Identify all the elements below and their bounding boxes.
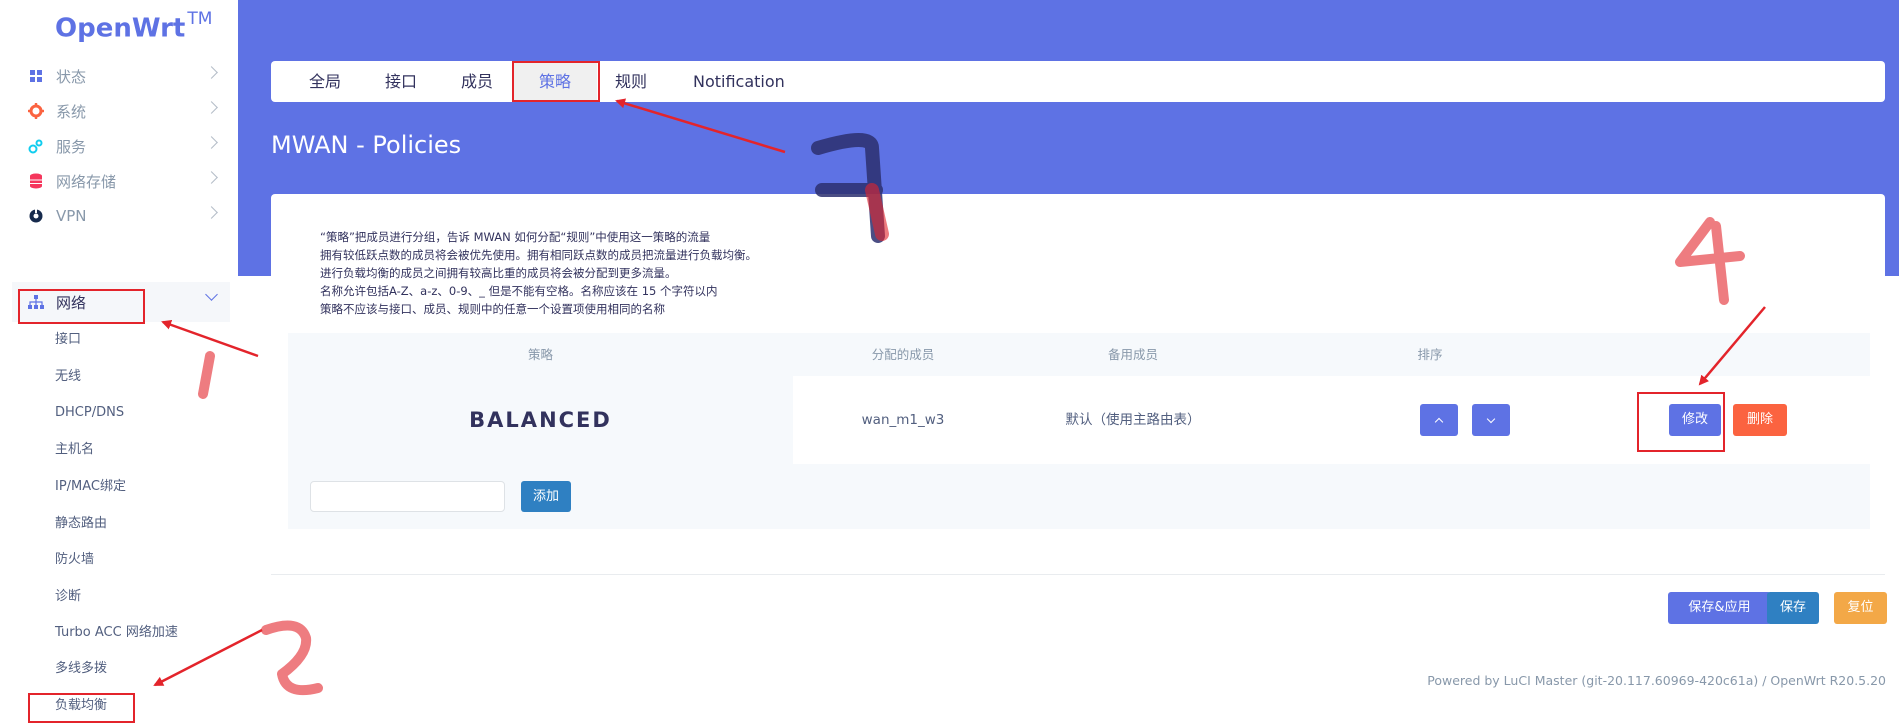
- chevron-down-icon: [205, 288, 218, 301]
- dashboard-icon: [28, 68, 44, 84]
- sidebar-subitem-wireless[interactable]: 无线: [55, 367, 81, 387]
- chevron-right-icon: [205, 136, 218, 149]
- assigned-members: wan_m1_w3: [861, 412, 945, 428]
- chevron-right-icon: [205, 206, 218, 219]
- sidebar-item-services[interactable]: 服务: [12, 127, 230, 165]
- description-line: 进行负载均衡的成员之间拥有较高比重的成员将会被分配到更多流量。: [320, 266, 677, 280]
- description-line: “策略”把成员进行分组，告诉 MWAN 如何分配“规则”中使用这一策略的流量: [320, 230, 711, 244]
- sidebar-subitem-diagnostics[interactable]: 诊断: [55, 587, 81, 607]
- page-title: MWAN - Policies: [271, 131, 462, 159]
- tab-notification[interactable]: Notification: [693, 61, 785, 102]
- sidebar-item-status[interactable]: 状态: [12, 57, 230, 95]
- sidebar-item-label: 网络存储: [56, 172, 117, 191]
- gear-icon: [28, 103, 44, 119]
- sidebar-item-storage[interactable]: 网络存储: [12, 162, 230, 200]
- sidebar-item-system[interactable]: 系统: [12, 92, 230, 130]
- sidebar-item-label: 状态: [56, 67, 87, 86]
- save-apply-button[interactable]: 保存&应用: [1668, 592, 1771, 624]
- sidebar-item-label: VPN: [56, 207, 87, 225]
- annotation-box-network: [18, 289, 145, 324]
- services-icon: [28, 138, 44, 154]
- database-icon: [28, 173, 44, 189]
- footer: Powered by LuCI Master (git-20.117.60969…: [1427, 673, 1886, 688]
- sidebar-item-label: 系统: [56, 102, 87, 121]
- chevron-right-icon: [205, 171, 218, 184]
- annotation-box-policies-tab: [512, 61, 600, 102]
- sidebar-subitem-turbo-acc[interactable]: Turbo ACC 网络加速: [55, 623, 178, 643]
- sidebar: OpenWrt TM 状态 系统 服务 网络存储 VPN 网络 接口 无线 DH…: [0, 0, 238, 728]
- sidebar-subitem-hostnames[interactable]: 主机名: [55, 440, 94, 460]
- fallback-member: 默认（使用主路由表）: [1065, 412, 1201, 428]
- delete-button[interactable]: 删除: [1733, 404, 1787, 436]
- sidebar-subitem-ip-mac-binding[interactable]: IP/MAC绑定: [55, 477, 126, 497]
- tab-interfaces[interactable]: 接口: [385, 61, 417, 102]
- annotation-box-load-balancing: [28, 693, 135, 723]
- openwrt-logo[interactable]: OpenWrt TM: [55, 9, 212, 44]
- chevron-right-icon: [205, 101, 218, 114]
- tab-members[interactable]: 成员: [461, 61, 493, 102]
- tab-global[interactable]: 全局: [309, 61, 341, 102]
- move-down-button[interactable]: [1472, 404, 1510, 436]
- add-button[interactable]: 添加: [521, 481, 571, 512]
- annotation-box-edit: [1637, 392, 1725, 452]
- sidebar-subitem-interfaces[interactable]: 接口: [55, 330, 81, 350]
- column-header-sort: 排序: [1417, 347, 1443, 362]
- tab-rules[interactable]: 规则: [615, 61, 647, 102]
- policy-description: “策略”把成员进行分组，告诉 MWAN 如何分配“规则”中使用这一策略的流量 拥…: [320, 228, 757, 318]
- table-header: 策略 分配的成员 备用成员 排序: [288, 333, 1870, 376]
- chevron-down-icon: [1486, 414, 1496, 423]
- sidebar-subitem-static-routes[interactable]: 静态路由: [55, 514, 107, 534]
- sidebar-subitem-multi-dial[interactable]: 多线多拨: [55, 659, 107, 679]
- column-header-policy: 策略: [527, 347, 553, 362]
- new-policy-name-input[interactable]: [310, 481, 505, 512]
- sidebar-subitem-dhcp-dns[interactable]: DHCP/DNS: [55, 403, 124, 423]
- vpn-icon: [28, 208, 44, 224]
- description-line: 策略不应该与接口、成员、规则中的任意一个设置项使用相同的名称: [320, 302, 665, 316]
- chevron-up-icon: [1434, 417, 1444, 426]
- sidebar-subitem-firewall[interactable]: 防火墙: [55, 550, 94, 570]
- policy-name: BALANCED: [469, 408, 612, 432]
- move-up-button[interactable]: [1420, 404, 1458, 436]
- save-button[interactable]: 保存: [1767, 592, 1819, 624]
- column-header-members: 分配的成员: [871, 347, 935, 362]
- reset-button[interactable]: 复位: [1834, 592, 1887, 624]
- column-header-fallback: 备用成员: [1107, 347, 1158, 362]
- sidebar-item-label: 服务: [56, 137, 87, 156]
- chevron-right-icon: [205, 66, 218, 79]
- description-line: 名称允许包括A-Z、a-z、0-9、_ 但是不能有空格。名称应该在 15 个字符…: [320, 284, 718, 298]
- sidebar-item-vpn[interactable]: VPN: [12, 197, 230, 235]
- divider: [271, 574, 1885, 575]
- description-line: 拥有较低跃点数的成员将会被优先使用。拥有相同跃点数的成员把流量进行负载均衡。: [320, 248, 757, 262]
- number-two-mark: [261, 620, 323, 696]
